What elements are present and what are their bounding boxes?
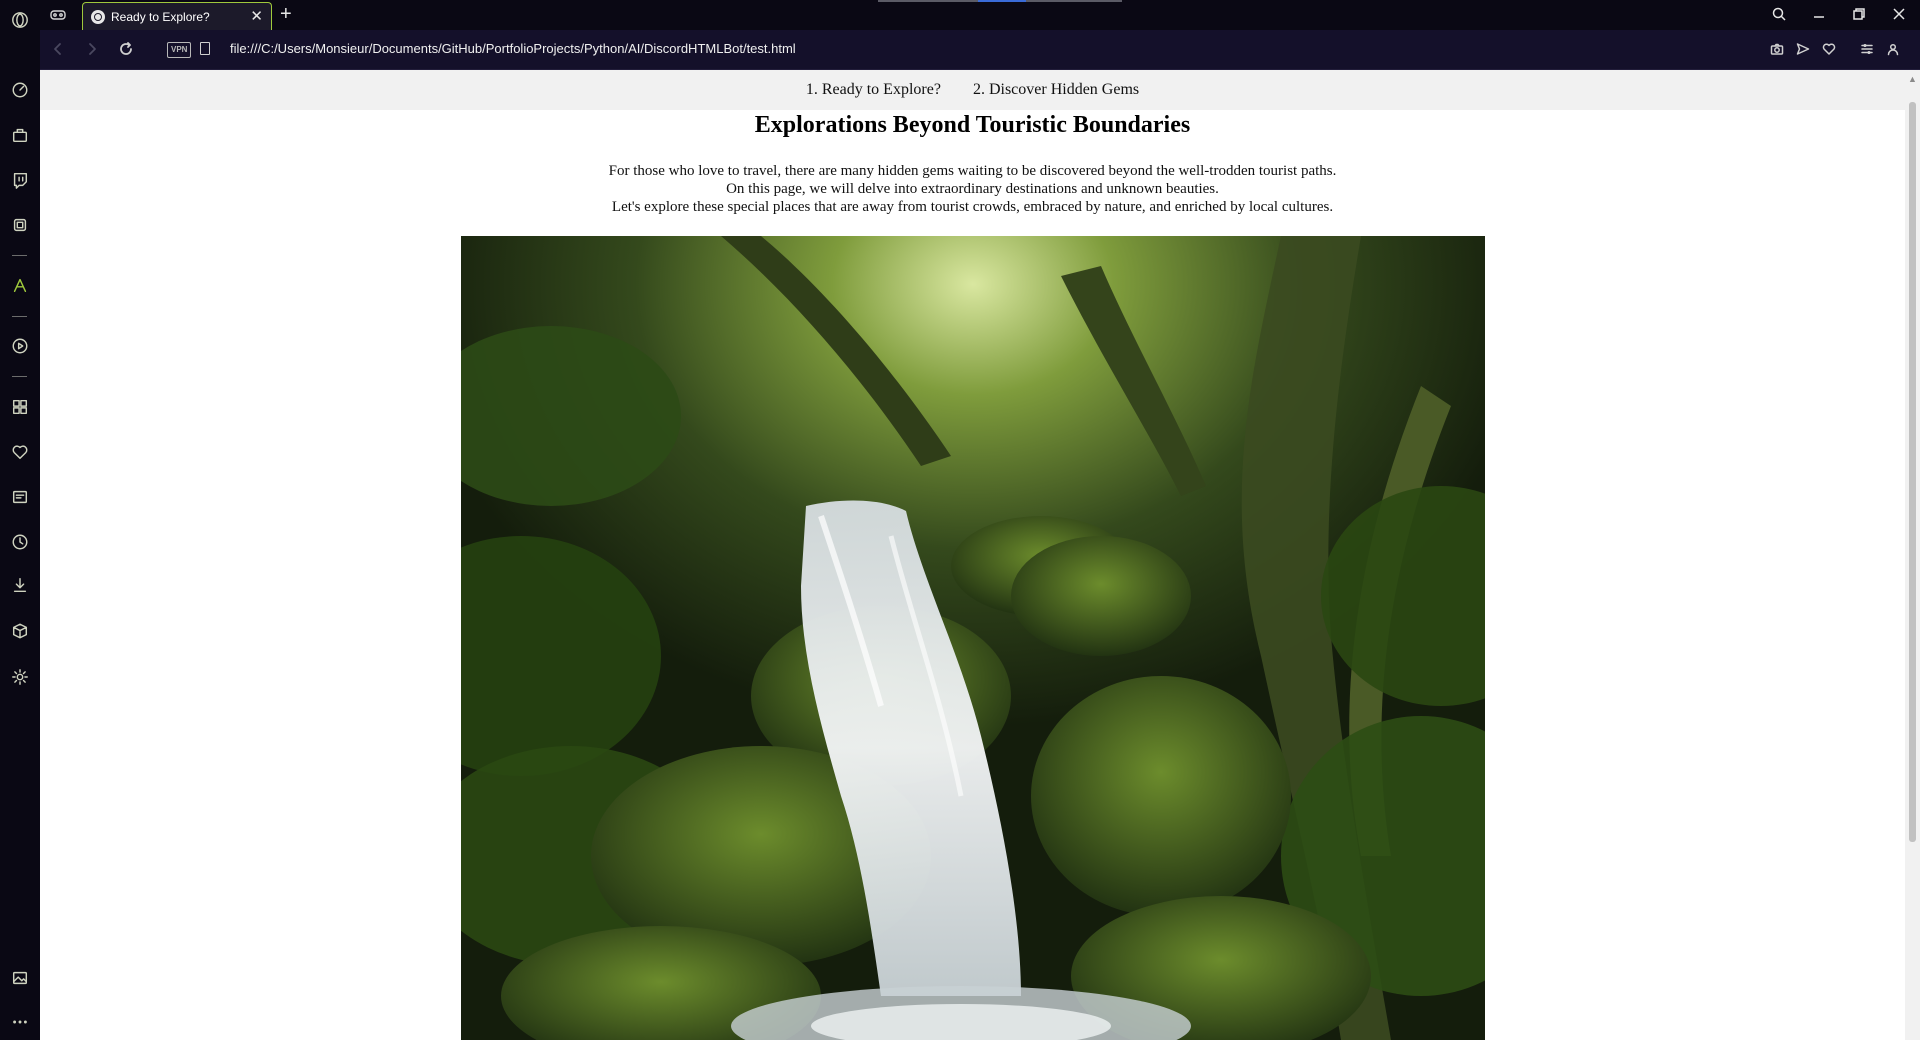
sidebar-divider <box>12 255 27 256</box>
bookmark-heart-icon[interactable] <box>1820 40 1838 58</box>
ai-icon[interactable] <box>8 213 32 237</box>
player-icon[interactable] <box>8 334 32 358</box>
close-window-icon[interactable] <box>1889 4 1909 24</box>
send-icon[interactable] <box>1794 40 1812 58</box>
cube-icon[interactable] <box>8 619 32 643</box>
aria-icon[interactable] <box>8 273 32 297</box>
nav-link-discover-hidden-gems[interactable]: 2. Discover Hidden Gems <box>973 81 1139 99</box>
gx-corner-icon[interactable] <box>48 6 68 24</box>
profile-icon[interactable] <box>1884 40 1902 58</box>
minimize-icon[interactable] <box>1809 4 1829 24</box>
page-scrollbar[interactable]: ▲ <box>1905 70 1920 1040</box>
intro-line: Let's explore these special places that … <box>611 199 1334 215</box>
new-tab-button[interactable]: + <box>280 2 292 26</box>
news-icon[interactable] <box>8 485 32 509</box>
vpn-badge[interactable]: VPN <box>167 42 192 58</box>
page-title: Explorations Beyond Touristic Boundaries <box>754 112 1191 138</box>
restore-icon[interactable] <box>1849 4 1869 24</box>
scroll-up-icon[interactable]: ▲ <box>1908 74 1917 84</box>
sidebar-divider <box>12 376 27 377</box>
settings-icon[interactable] <box>8 665 32 689</box>
reload-icon[interactable] <box>116 39 136 59</box>
intro-line: On this page, we will delve into extraor… <box>726 181 1219 197</box>
more-icon[interactable] <box>8 1010 32 1034</box>
history-icon[interactable] <box>8 530 32 554</box>
loading-indicator <box>878 0 1122 2</box>
tab-strip: Ready to Explore? ✕ + <box>40 0 1920 30</box>
speed-dial-icon[interactable] <box>8 78 32 102</box>
page-viewport: 1. Ready to Explore? 2. Discover Hidden … <box>40 70 1920 1040</box>
bookmarks-icon[interactable] <box>8 440 32 464</box>
tab-title: Ready to Explore? <box>111 9 210 24</box>
forward-icon[interactable] <box>82 39 102 59</box>
sidebar-divider <box>12 316 27 317</box>
intro-paragraph: For those who love to travel, there are … <box>40 162 1905 216</box>
tab-active[interactable]: Ready to Explore? ✕ <box>82 2 272 30</box>
opera-logo-icon[interactable] <box>8 8 32 32</box>
intro-line: For those who love to travel, there are … <box>608 163 1337 179</box>
url-input[interactable]: file:///C:/Users/Monsieur/Documents/GitH… <box>230 41 796 56</box>
twitch-icon[interactable] <box>8 168 32 192</box>
downloads-icon[interactable] <box>8 573 32 597</box>
back-icon[interactable] <box>48 39 68 59</box>
address-bar: VPN file:///C:/Users/Monsieur/Documents/… <box>40 30 1920 70</box>
search-tabs-icon[interactable] <box>1769 4 1789 24</box>
page-nav: 1. Ready to Explore? 2. Discover Hidden … <box>40 70 1905 110</box>
easy-setup-icon[interactable] <box>1858 40 1876 58</box>
extensions-icon[interactable] <box>8 395 32 419</box>
nav-link-ready-to-explore[interactable]: 1. Ready to Explore? <box>806 81 941 99</box>
hero-image <box>461 236 1485 1040</box>
shopping-icon[interactable] <box>8 123 32 147</box>
scroll-thumb[interactable] <box>1909 102 1916 842</box>
gallery-icon[interactable] <box>8 966 32 990</box>
close-tab-icon[interactable]: ✕ <box>250 9 263 24</box>
browser-sidebar <box>0 0 41 1040</box>
page-icon <box>200 42 210 55</box>
snapshot-icon[interactable] <box>1768 40 1786 58</box>
globe-icon <box>91 9 105 24</box>
